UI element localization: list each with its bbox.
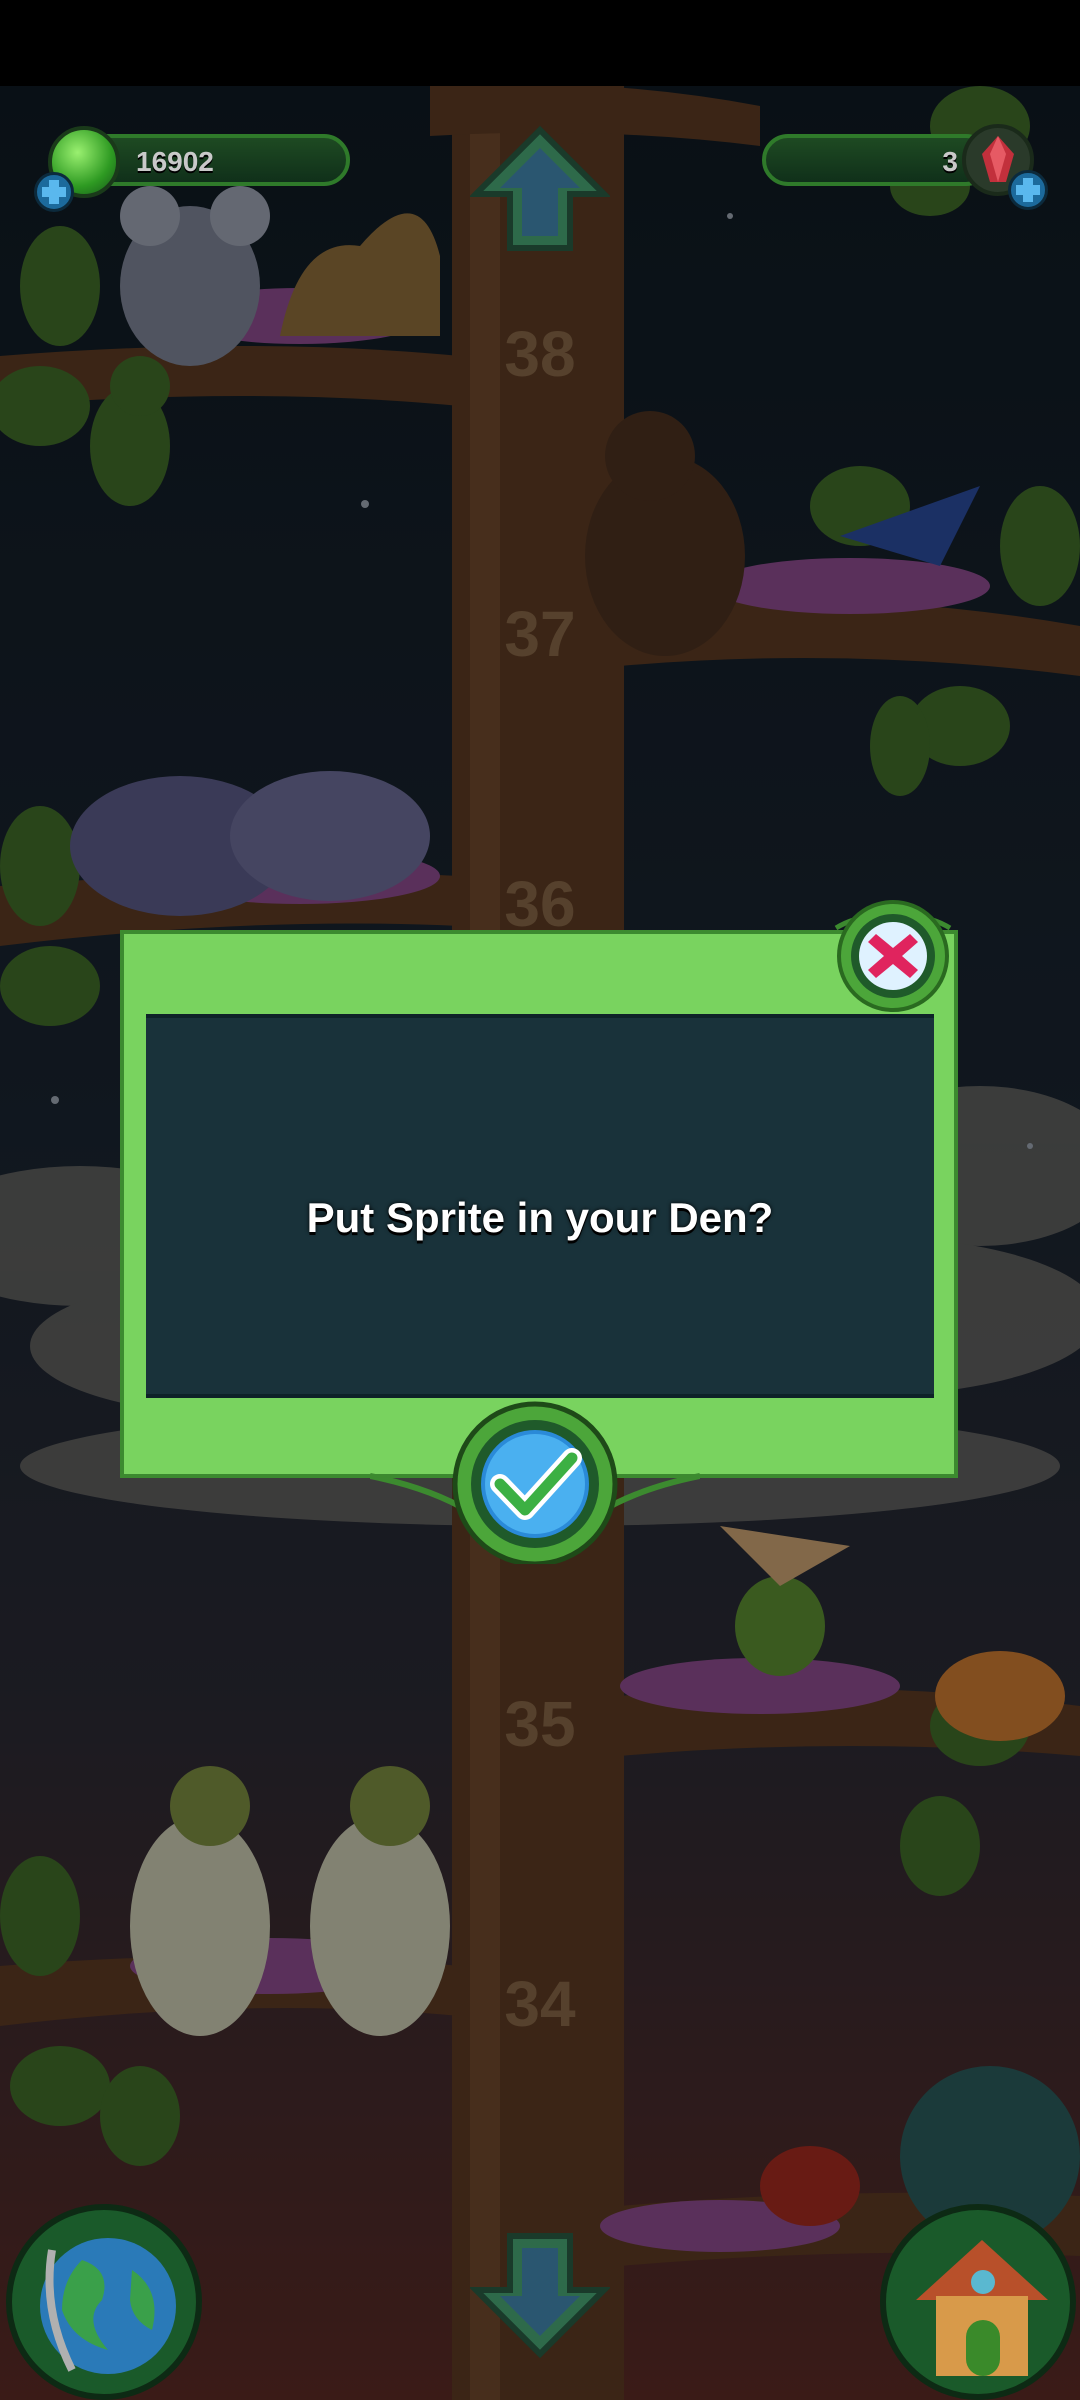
status-bar <box>0 0 1080 86</box>
gem-counter: 3 <box>762 134 992 186</box>
scroll-up-button[interactable] <box>468 124 612 254</box>
add-gems-button[interactable] <box>1008 170 1048 210</box>
up-arrow-icon <box>468 125 612 251</box>
scroll-down-button[interactable] <box>468 2230 612 2360</box>
floor-number-34: 34 <box>504 1968 576 2040</box>
plus-icon <box>1016 178 1040 202</box>
gem-count: 3 <box>942 146 958 177</box>
den-button[interactable] <box>880 2204 1076 2400</box>
coin-count: 16902 <box>136 146 214 177</box>
down-arrow-icon <box>468 2233 612 2359</box>
close-x-icon <box>834 900 952 1012</box>
house-icon <box>916 2240 1048 2376</box>
plus-icon <box>42 180 66 204</box>
floor-number-37: 37 <box>504 598 575 670</box>
dialog-panel: Put Sprite in your Den? <box>146 1014 934 1398</box>
dialog-message: Put Sprite in your Den? <box>306 1194 774 1241</box>
floor-number-35: 35 <box>504 1688 575 1760</box>
globe-icon <box>40 2238 176 2374</box>
world-map-button[interactable] <box>6 2204 202 2400</box>
confirm-button[interactable] <box>369 1400 701 1567</box>
floor-number-38: 38 <box>504 318 575 390</box>
checkmark-icon <box>369 1401 701 1567</box>
close-button[interactable] <box>832 898 954 1014</box>
add-coins-button[interactable] <box>34 172 74 212</box>
